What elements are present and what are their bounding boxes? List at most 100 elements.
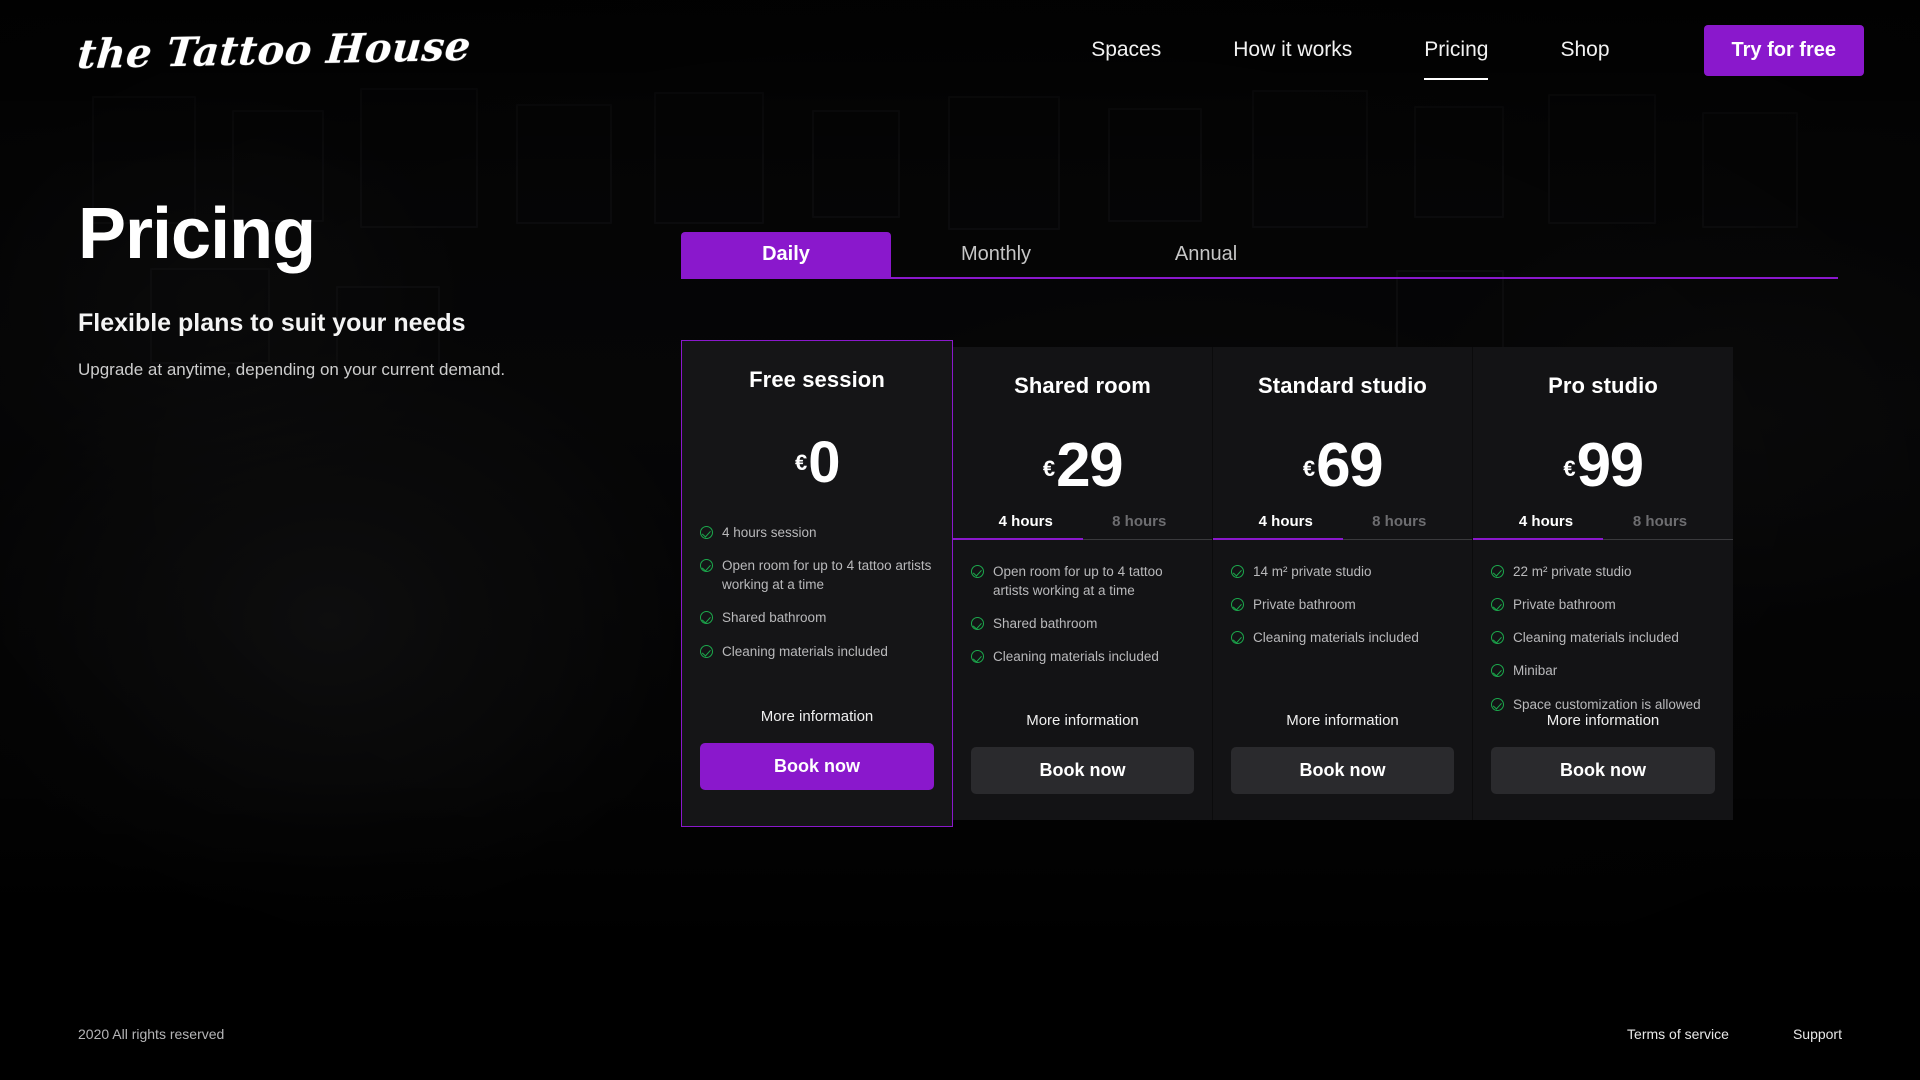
feature-text: Cleaning materials included bbox=[1253, 630, 1419, 646]
feature-text: Private bathroom bbox=[1253, 597, 1356, 613]
feature-item: Minibar bbox=[1491, 661, 1713, 680]
tab-annual[interactable]: Annual bbox=[1101, 232, 1311, 277]
more-information-link[interactable]: More information bbox=[971, 712, 1194, 729]
hours-toggle-underline bbox=[1473, 538, 1733, 540]
nav-item-how-it-works[interactable]: How it works bbox=[1197, 30, 1388, 70]
feature-text: Cleaning materials included bbox=[722, 643, 888, 659]
tab-monthly[interactable]: Monthly bbox=[891, 232, 1101, 277]
check-circle-icon bbox=[1491, 631, 1504, 645]
plan-price: € 29 bbox=[973, 419, 1192, 501]
tab-list: Daily Monthly Annual bbox=[681, 232, 1838, 277]
pricing-card-standard-studio[interactable]: Standard studio € 69 4 hours 8 hours 14 … bbox=[1213, 347, 1473, 820]
feature-text: Shared bathroom bbox=[722, 610, 827, 626]
hours-option-8[interactable]: 8 hours bbox=[1343, 513, 1457, 539]
feature-item: Open room for up to 4 tattoo artists wor… bbox=[700, 556, 932, 594]
feature-text: Space customization is allowed bbox=[1513, 696, 1701, 712]
feature-text: 14 m² private studio bbox=[1253, 564, 1372, 579]
hours-toggle-underline bbox=[1213, 538, 1472, 540]
feature-text: 4 hours session bbox=[722, 525, 817, 540]
try-for-free-button[interactable]: Try for free bbox=[1703, 24, 1864, 76]
check-circle-icon bbox=[1491, 598, 1504, 612]
footer-link-terms-of-service[interactable]: Terms of service bbox=[1627, 1026, 1729, 1042]
price-amount: 0 bbox=[808, 429, 840, 495]
feature-text: Cleaning materials included bbox=[1513, 630, 1679, 646]
check-circle-icon bbox=[1491, 697, 1504, 711]
billing-period-tabs: Daily Monthly Annual bbox=[681, 232, 1838, 279]
plan-price: € 69 bbox=[1233, 419, 1452, 501]
nav-item-shop[interactable]: Shop bbox=[1524, 30, 1645, 70]
tab-daily[interactable]: Daily bbox=[681, 232, 891, 277]
pricing-card-pro-studio[interactable]: Pro studio € 99 4 hours 8 hours 22 m² pr… bbox=[1473, 347, 1733, 820]
feature-item: Private bathroom bbox=[1491, 595, 1713, 614]
site-footer: 2020 All rights reserved Terms of servic… bbox=[0, 988, 1920, 1080]
hours-toggle-underline bbox=[953, 538, 1212, 540]
check-circle-icon bbox=[1231, 631, 1244, 645]
hours-option-8[interactable]: 8 hours bbox=[1083, 513, 1197, 539]
plan-price: € 0 bbox=[702, 413, 932, 495]
more-information-link[interactable]: More information bbox=[1231, 712, 1454, 729]
check-circle-icon bbox=[700, 611, 713, 625]
feature-item: Shared bathroom bbox=[700, 608, 932, 627]
check-circle-icon bbox=[1491, 565, 1504, 578]
feature-text: Open room for up to 4 tattoo artists wor… bbox=[722, 558, 932, 593]
check-circle-icon bbox=[971, 650, 984, 664]
plan-title: Pro studio bbox=[1548, 373, 1658, 398]
price-amount: 69 bbox=[1316, 431, 1383, 501]
currency-symbol: € bbox=[1563, 456, 1576, 481]
page-title: Pricing bbox=[78, 194, 316, 274]
feature-text: Cleaning materials included bbox=[993, 649, 1159, 665]
feature-item: Open room for up to 4 tattoo artists wor… bbox=[971, 562, 1192, 600]
feature-text: Private bathroom bbox=[1513, 597, 1616, 613]
currency-symbol: € bbox=[1042, 456, 1056, 481]
plan-price: € 99 bbox=[1493, 419, 1713, 501]
plan-feature-list: 22 m² private studio Private bathroom Cl… bbox=[1473, 540, 1733, 714]
feature-text: Minibar bbox=[1513, 663, 1558, 679]
check-circle-icon bbox=[1491, 664, 1504, 678]
plan-title: Free session bbox=[749, 367, 885, 392]
book-now-button[interactable]: Book now bbox=[1491, 747, 1715, 794]
pricing-card-free-session[interactable]: Free session € 0 4 hours session Open ro… bbox=[681, 340, 953, 827]
hours-option-4[interactable]: 4 hours bbox=[1229, 513, 1343, 539]
footer-link-list: Terms of service Support bbox=[1627, 1026, 1842, 1042]
hours-option-4[interactable]: 4 hours bbox=[969, 513, 1083, 539]
feature-text: 22 m² private studio bbox=[1513, 564, 1632, 579]
check-circle-icon bbox=[700, 526, 713, 539]
book-now-button[interactable]: Book now bbox=[971, 747, 1194, 794]
more-information-link[interactable]: More information bbox=[700, 708, 934, 725]
plan-feature-list: 14 m² private studio Private bathroom Cl… bbox=[1213, 540, 1472, 647]
check-circle-icon bbox=[700, 644, 713, 658]
hours-option-8[interactable]: 8 hours bbox=[1603, 513, 1717, 539]
pricing-card-shared-room[interactable]: Shared room € 29 4 hours 8 hours Open ro… bbox=[953, 347, 1213, 820]
price-amount: 29 bbox=[1056, 431, 1123, 501]
feature-item: 4 hours session bbox=[700, 523, 932, 542]
footer-link-support[interactable]: Support bbox=[1793, 1026, 1842, 1042]
nav-item-pricing[interactable]: Pricing bbox=[1388, 30, 1524, 80]
intro-subtitle: Flexible plans to suit your needs bbox=[78, 309, 466, 337]
check-circle-icon bbox=[1231, 598, 1244, 612]
hours-toggle: 4 hours 8 hours bbox=[1213, 513, 1472, 539]
more-information-link[interactable]: More information bbox=[1491, 712, 1715, 729]
plan-feature-list: 4 hours session Open room for up to 4 ta… bbox=[682, 487, 952, 661]
feature-item: Cleaning materials included bbox=[700, 642, 932, 661]
feature-item: Cleaning materials included bbox=[1491, 628, 1713, 647]
book-now-button[interactable]: Book now bbox=[1231, 747, 1454, 794]
nav-item-spaces[interactable]: Spaces bbox=[1055, 30, 1197, 70]
feature-item: Cleaning materials included bbox=[971, 647, 1192, 666]
hours-option-4[interactable]: 4 hours bbox=[1489, 513, 1603, 539]
check-circle-icon bbox=[971, 617, 984, 631]
check-circle-icon bbox=[971, 565, 984, 578]
plan-title: Standard studio bbox=[1258, 373, 1427, 398]
brand-logo[interactable]: the Tattoo House bbox=[76, 22, 473, 77]
currency-symbol: € bbox=[1302, 456, 1316, 481]
book-now-button[interactable]: Book now bbox=[700, 743, 934, 790]
check-circle-icon bbox=[1231, 565, 1244, 578]
copyright-text: 2020 All rights reserved bbox=[78, 1026, 225, 1042]
plan-feature-list: Open room for up to 4 tattoo artists wor… bbox=[953, 540, 1212, 667]
currency-symbol: € bbox=[794, 450, 808, 475]
site-header: the Tattoo House Spaces How it works Pri… bbox=[0, 0, 1920, 100]
hours-toggle: 4 hours 8 hours bbox=[1473, 513, 1733, 539]
main-nav: Spaces How it works Pricing Shop Try for… bbox=[1055, 24, 1864, 80]
tabs-underline bbox=[681, 277, 1838, 279]
feature-text: Open room for up to 4 tattoo artists wor… bbox=[993, 564, 1163, 599]
price-amount: 99 bbox=[1576, 431, 1644, 501]
